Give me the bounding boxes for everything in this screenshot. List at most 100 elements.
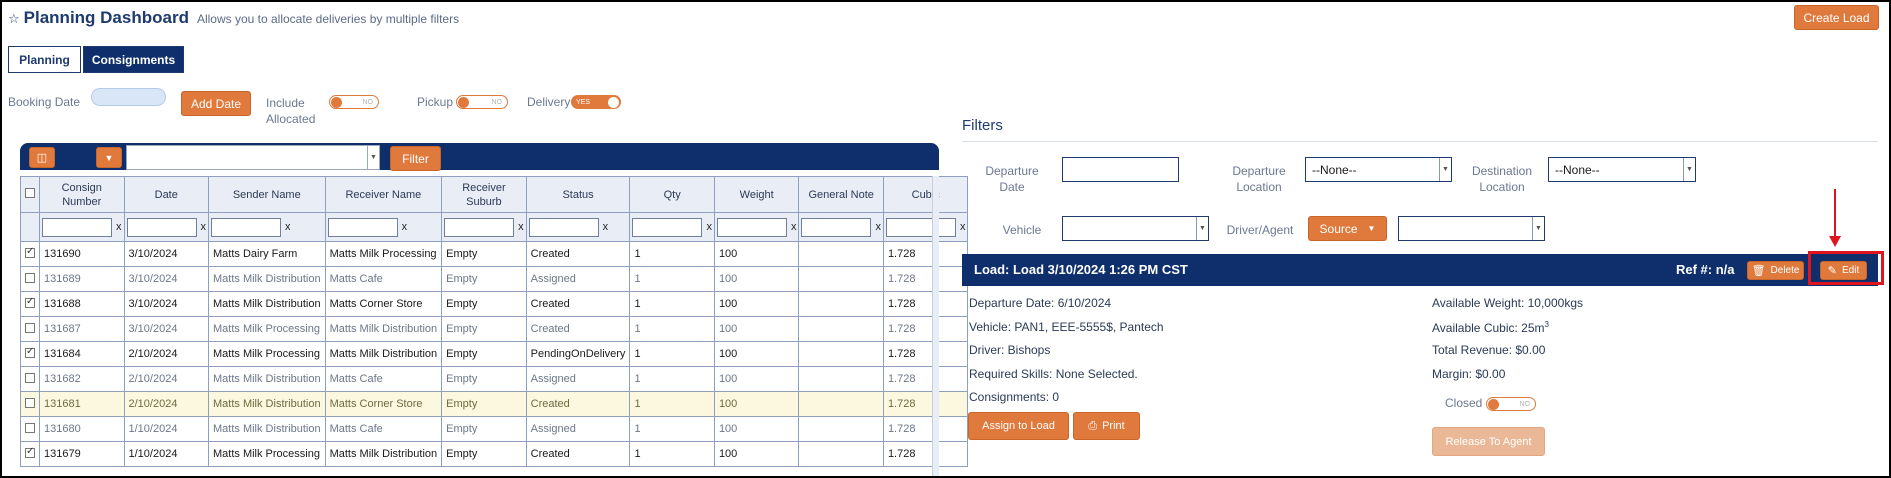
delivery-toggle[interactable]: YES xyxy=(571,95,621,109)
column-header-general-note[interactable]: General Note xyxy=(798,176,884,213)
cell-general-note xyxy=(798,241,884,267)
cell-consign-number: 131687 xyxy=(39,316,125,342)
table-row[interactable]: 131689 3/10/2024 Matts Milk Distribution Ma… xyxy=(20,266,969,292)
clear-filter-icon[interactable]: x xyxy=(285,221,291,233)
filter-input-status[interactable] xyxy=(528,217,599,237)
column-header-status[interactable]: Status xyxy=(525,176,631,213)
clear-filter-icon[interactable]: x xyxy=(518,221,524,233)
table-row[interactable]: 1316903/10/2024Matts Dairy FarmMatts Mil… xyxy=(20,241,969,267)
filter-input-sender[interactable] xyxy=(211,217,281,237)
filter-input-note[interactable] xyxy=(801,217,872,237)
filter-button[interactable]: Filter xyxy=(390,146,441,171)
table-row[interactable]: 131681 2/10/2024 Matts Milk Distribution Ma… xyxy=(20,391,969,417)
pickup-label: Pickup xyxy=(417,95,454,109)
filter-input-weight[interactable] xyxy=(716,217,787,237)
row-select-cell[interactable] xyxy=(20,341,40,367)
assign-to-load-button[interactable]: Assign to Load xyxy=(968,412,1069,440)
pickup-toggle[interactable]: NO xyxy=(456,95,508,109)
select-all-checkbox[interactable] xyxy=(25,187,35,198)
filter-input-suburb[interactable] xyxy=(444,217,515,237)
delete-load-button[interactable]: 🗑 Delete xyxy=(1747,261,1804,280)
add-date-button[interactable]: Add Date xyxy=(181,91,251,116)
row-select-cell[interactable] xyxy=(20,266,40,292)
table-filter-row: x x x x x x x x x x xyxy=(20,212,969,242)
cell-sender-name: Matts Milk Distribution xyxy=(208,366,326,392)
row-checkbox[interactable] xyxy=(25,346,35,358)
row-select-cell[interactable] xyxy=(20,291,40,317)
vehicle-select[interactable]: ▼ xyxy=(1062,216,1209,241)
row-select-cell[interactable] xyxy=(20,316,40,342)
column-header-consign-number[interactable]: Consign Number xyxy=(39,176,125,213)
column-chooser-button[interactable]: ◫ xyxy=(29,147,55,168)
clear-filter-icon[interactable]: x xyxy=(960,221,966,233)
table-row[interactable]: 131687 3/10/2024 Matts Milk Processing Matt… xyxy=(20,316,969,342)
cell-cubic: 1.728 xyxy=(882,366,969,392)
clear-filter-icon[interactable]: x xyxy=(603,221,609,233)
cell-status: Created xyxy=(525,241,631,267)
grid-scrollbar[interactable] xyxy=(932,176,939,476)
departure-date-input[interactable] xyxy=(1062,157,1179,182)
source-dropdown-button[interactable]: Source ▼ xyxy=(1308,216,1387,241)
column-header-qty[interactable]: Qty xyxy=(629,176,715,213)
release-to-agent-button[interactable]: Release To Agent xyxy=(1432,427,1545,456)
column-header-weight[interactable]: Weight xyxy=(713,176,800,213)
clear-filter-icon[interactable]: x xyxy=(791,221,797,233)
create-load-button[interactable]: Create Load xyxy=(1794,5,1879,30)
row-checkbox[interactable] xyxy=(25,397,35,408)
row-select-cell[interactable] xyxy=(20,241,40,267)
filter-input-qty[interactable] xyxy=(632,217,703,237)
column-header-cubic[interactable]: Cubic xyxy=(882,176,969,213)
row-checkbox[interactable] xyxy=(25,446,35,458)
include-allocated-toggle[interactable]: NO xyxy=(329,95,379,109)
clear-filter-icon[interactable]: x xyxy=(875,221,881,233)
departure-location-select[interactable]: --None-- ▼ xyxy=(1305,157,1452,182)
closed-toggle[interactable]: NO xyxy=(1486,397,1536,411)
clear-filter-icon[interactable]: x xyxy=(706,221,712,233)
consignments-table: Consign Number Date Sender Name Receiver… xyxy=(20,176,969,467)
filter-input-consign[interactable] xyxy=(42,217,112,237)
tab-consignments[interactable]: Consignments xyxy=(83,46,184,73)
table-row[interactable]: 131680 1/10/2024 Matts Milk Distribution Ma… xyxy=(20,416,969,442)
table-row[interactable]: 1316791/10/2024Matts Milk ProcessingMatt… xyxy=(20,441,969,467)
cell-date: 3/10/2024 xyxy=(123,316,209,342)
grid-search-select[interactable]: ▼ xyxy=(126,145,380,170)
column-header-sender-name[interactable]: Sender Name xyxy=(208,176,326,213)
filter-input-cubic[interactable] xyxy=(885,217,956,237)
column-header-receiver-suburb[interactable]: Receiver Suburb xyxy=(441,176,527,213)
clear-filter-icon[interactable]: x xyxy=(116,221,122,233)
row-select-cell[interactable] xyxy=(20,441,40,467)
vehicle-info: Vehicle: PAN1, EEE-5555$, Pantech xyxy=(969,320,1164,334)
booking-date-input[interactable] xyxy=(91,88,166,106)
driver-agent-select[interactable]: ▼ xyxy=(1398,216,1545,241)
row-select-cell[interactable] xyxy=(20,366,40,392)
row-checkbox[interactable] xyxy=(25,296,35,308)
cell-cubic: 1.728 xyxy=(882,441,969,467)
row-checkbox[interactable] xyxy=(25,272,35,283)
filter-input-receiver[interactable] xyxy=(327,217,398,237)
row-select-cell[interactable] xyxy=(20,391,40,417)
clear-filter-icon[interactable]: x xyxy=(201,221,207,233)
chevron-down-icon: ▼ xyxy=(1532,217,1544,240)
cell-general-note xyxy=(798,291,884,317)
destination-location-select[interactable]: --None-- ▼ xyxy=(1548,157,1696,182)
table-row[interactable]: 1316883/10/2024Matts Milk DistributionMa… xyxy=(20,291,969,317)
clear-filter-icon[interactable]: x xyxy=(402,221,408,233)
cell-cubic: 1.728 xyxy=(882,266,969,292)
row-select-cell[interactable] xyxy=(20,416,40,442)
grid-dropdown-button[interactable]: ▼ xyxy=(96,147,122,168)
column-header-date[interactable]: Date xyxy=(123,176,209,213)
select-all-header[interactable] xyxy=(20,176,40,213)
table-row[interactable]: 1316842/10/2024Matts Milk ProcessingMatt… xyxy=(20,341,969,367)
row-checkbox[interactable] xyxy=(25,372,35,383)
toggle-knob xyxy=(1488,398,1499,410)
print-button[interactable]: ⎙ Print xyxy=(1073,412,1140,440)
tab-planning[interactable]: Planning xyxy=(8,46,81,73)
filter-input-date[interactable] xyxy=(126,217,197,237)
favorite-star-icon[interactable]: ☆ xyxy=(8,11,20,27)
cell-receiver-name: Matts Cafe xyxy=(324,266,443,292)
row-checkbox[interactable] xyxy=(25,322,35,333)
table-row[interactable]: 131682 2/10/2024 Matts Milk Distribution Ma… xyxy=(20,366,969,392)
row-checkbox[interactable] xyxy=(25,246,35,258)
column-header-receiver-name[interactable]: Receiver Name xyxy=(324,176,443,213)
row-checkbox[interactable] xyxy=(25,422,35,433)
